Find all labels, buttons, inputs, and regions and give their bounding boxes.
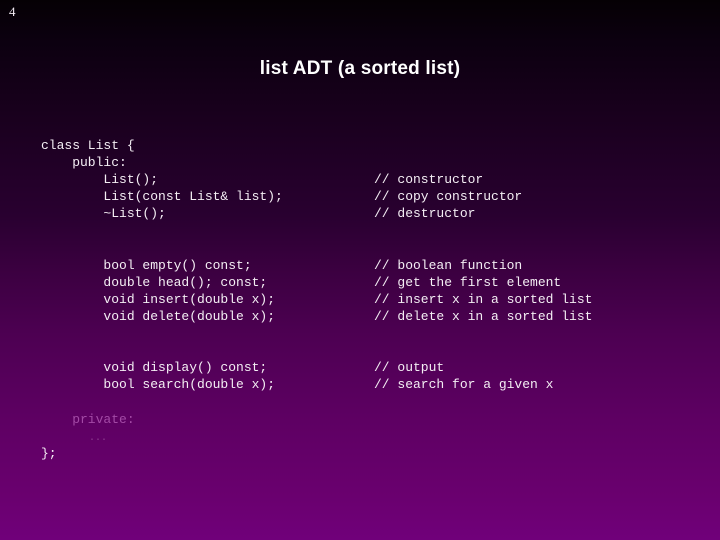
code-line-text: void display() const; xyxy=(41,360,268,376)
code-line: void insert(double x); // insert x in a s… xyxy=(41,291,681,308)
code-line-text: }; xyxy=(41,445,57,461)
code-line: bool empty() const; // boolean function xyxy=(41,257,681,274)
code-line: private: xyxy=(41,411,681,428)
code-line-text: void insert(double x); xyxy=(41,291,276,307)
code-spacer-line xyxy=(41,222,681,239)
code-line: ~List(); // destructor xyxy=(41,205,681,222)
code-spacer-line xyxy=(41,325,681,342)
code-spacer-line xyxy=(41,342,681,359)
code-line: class List { xyxy=(41,137,681,154)
code-line: List(); // constructor xyxy=(41,171,681,188)
page-number: 4 xyxy=(9,4,16,19)
code-line-text: ~List(); xyxy=(41,206,166,222)
code-line-text: public: xyxy=(41,155,127,171)
code-line: bool search(double x); // search for a gi… xyxy=(41,376,681,393)
code-spacer-line xyxy=(41,393,681,410)
page-title: list ADT (a sorted list) xyxy=(259,58,461,79)
code-line-comment: // output xyxy=(374,360,445,376)
code-line: double head(); const; // get the first el… xyxy=(41,274,681,291)
code-line: public: xyxy=(41,154,681,171)
code-line-comment: // boolean function xyxy=(374,257,523,273)
code-line-text: double head(); const; xyxy=(41,274,268,290)
slide-canvas: 4 list ADT (a sorted list) class List { … xyxy=(0,0,720,540)
code-line: ... xyxy=(41,428,681,445)
code-line-text: bool search(double x); xyxy=(41,377,276,393)
code-line-text: class List { xyxy=(41,138,135,153)
code-line: }; xyxy=(41,445,681,462)
code-line-text: List(); xyxy=(41,172,159,188)
code-line-comment: // search for a given x xyxy=(374,377,554,393)
code-line-comment: // insert x in a sorted list xyxy=(374,291,593,307)
code-line: void display() const; // output xyxy=(41,359,681,376)
code-line-text: List(const List& list); xyxy=(41,189,283,205)
code-line-comment: // destructor xyxy=(374,206,476,222)
code-line: void delete(double x); // delete x in a s… xyxy=(41,308,681,325)
code-line-text: void delete(double x); xyxy=(41,308,276,324)
code-line-comment: // constructor xyxy=(374,172,484,188)
code-line-comment: // get the first element xyxy=(374,274,562,290)
code-line: List(const List& list); // copy construct… xyxy=(41,188,681,205)
code-line-comment: // delete x in a sorted list xyxy=(374,308,593,324)
code-spacer-line xyxy=(41,240,681,257)
code-listing: class List { public: List(); // construct… xyxy=(41,137,681,462)
code-line-comment: // copy constructor xyxy=(374,189,523,205)
code-line-text: bool empty() const; xyxy=(41,257,252,273)
code-line-text: private: xyxy=(41,411,135,427)
